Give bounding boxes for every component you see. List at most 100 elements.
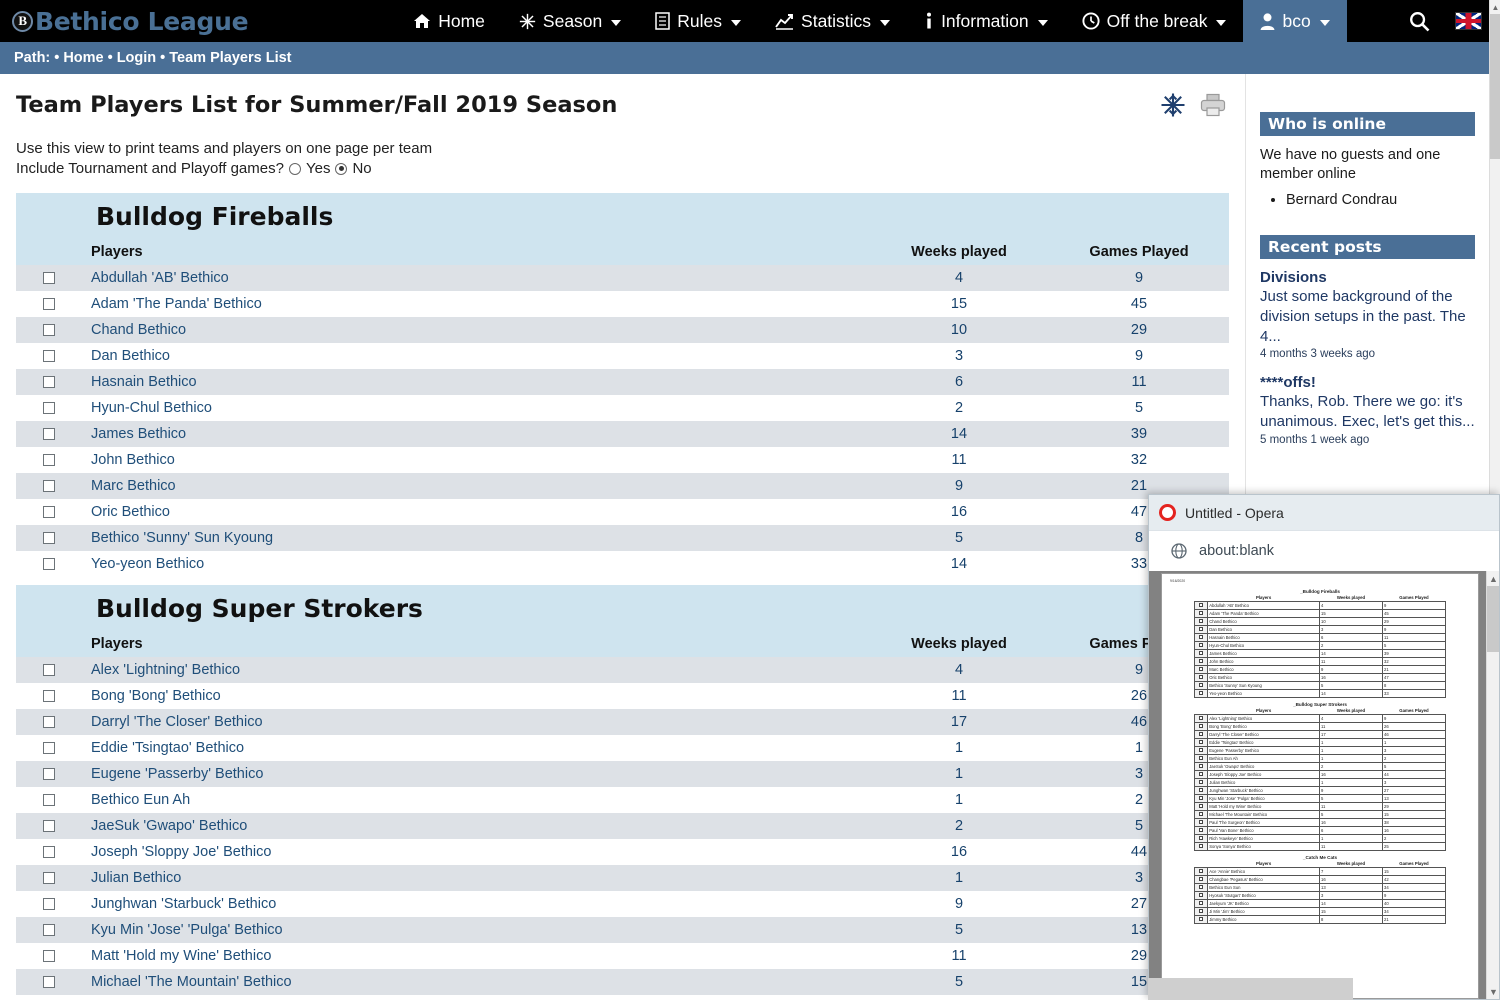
player-name-cell[interactable]: Yeo-yeon Bethico: [81, 551, 869, 577]
print-games-cell: 26: [1382, 723, 1445, 731]
breadcrumb-item-login[interactable]: Login: [117, 50, 156, 66]
home-icon: [413, 13, 431, 29]
scroll-up-arrow-icon[interactable]: ▲: [1490, 0, 1500, 14]
player-name-cell[interactable]: Kyu Min 'Jose' 'Pulga' Bethico: [81, 917, 869, 943]
player-checkbox[interactable]: [43, 402, 55, 414]
player-name-cell[interactable]: Eddie 'Tsingtao' Bethico: [81, 735, 869, 761]
list-item[interactable]: Bernard Condrau: [1286, 192, 1475, 208]
scrollbar-thumb[interactable]: [1487, 586, 1500, 652]
print-games-cell: 34: [1382, 908, 1445, 916]
post-title[interactable]: Divisions: [1260, 269, 1475, 286]
print-checkbox-cell: [1195, 892, 1208, 900]
opera-titlebar[interactable]: Untitled - Opera: [1149, 495, 1499, 531]
player-checkbox[interactable]: [43, 376, 55, 388]
opera-browser-window[interactable]: Untitled - Opera about:blank 9/16/2020 _…: [1148, 494, 1500, 1000]
opera-address-bar[interactable]: about:blank: [1149, 531, 1499, 571]
player-checkbox[interactable]: [43, 872, 55, 884]
player-checkbox[interactable]: [43, 480, 55, 492]
brand-mark-icon: B: [12, 11, 33, 32]
player-name-cell[interactable]: Matt 'Hold my Wine' Bethico: [81, 943, 869, 969]
search-icon[interactable]: [1392, 0, 1447, 42]
player-name-cell[interactable]: Bethico 'Sunny' Sun Kyoung: [81, 525, 869, 551]
players-table: PlayersWeeks playedGames PlayedAlex 'Lig…: [16, 631, 1229, 995]
player-name-cell[interactable]: Julian Bethico: [81, 865, 869, 891]
player-name-cell[interactable]: John Bethico: [81, 447, 869, 473]
weeks-played-cell: 4: [869, 657, 1049, 683]
player-name-cell[interactable]: Michael 'The Mountain' Bethico: [81, 969, 869, 995]
player-checkbox[interactable]: [43, 950, 55, 962]
nav-spacer: [266, 0, 396, 42]
nav-item-rules[interactable]: Rules: [638, 0, 758, 42]
player-name-cell[interactable]: Marc Bethico: [81, 473, 869, 499]
player-checkbox[interactable]: [43, 976, 55, 988]
player-name-cell[interactable]: JaeSuk 'Gwapo' Bethico: [81, 813, 869, 839]
player-checkbox[interactable]: [43, 506, 55, 518]
player-name-cell[interactable]: Alex 'Lightning' Bethico: [81, 657, 869, 683]
scroll-down-arrow-icon[interactable]: ▼: [1487, 984, 1500, 999]
print-games-cell: 9: [1382, 626, 1445, 634]
scroll-up-arrow-icon[interactable]: ▲: [1487, 571, 1500, 586]
scrollbar-thumb[interactable]: [1490, 14, 1500, 159]
player-name-cell[interactable]: Abdullah 'AB' Bethico: [81, 265, 869, 291]
post-title[interactable]: ****offs!: [1260, 374, 1475, 391]
player-checkbox[interactable]: [43, 324, 55, 336]
player-name-cell[interactable]: James Bethico: [81, 421, 869, 447]
nav-item-home[interactable]: Home: [396, 0, 502, 42]
player-checkbox[interactable]: [43, 846, 55, 858]
print-games-cell: 27: [1382, 787, 1445, 795]
nav-item-season[interactable]: Season: [502, 0, 638, 42]
breadcrumb-item-team-players-list[interactable]: Team Players List: [169, 50, 291, 66]
nav-item-user-menu[interactable]: bco: [1243, 0, 1346, 42]
printer-icon[interactable]: [1200, 93, 1226, 117]
player-checkbox[interactable]: [43, 298, 55, 310]
print-checkbox-cell: [1195, 876, 1208, 884]
player-name-cell[interactable]: Hasnain Bethico: [81, 369, 869, 395]
print-games-cell: 21: [1382, 666, 1445, 674]
print-player-name-cell: Junghwan 'Starbuck' Bethico: [1208, 787, 1320, 795]
nav-item-off-the-break[interactable]: Off the break: [1065, 0, 1244, 42]
snowflake-icon[interactable]: [1160, 92, 1186, 118]
player-checkbox[interactable]: [43, 532, 55, 544]
player-name-cell[interactable]: Junghwan 'Starbuck' Bethico: [81, 891, 869, 917]
radio-no[interactable]: [335, 163, 347, 175]
player-name-cell[interactable]: Darryl 'The Closer' Bethico: [81, 709, 869, 735]
player-name-cell[interactable]: Joseph 'Sloppy Joe' Bethico: [81, 839, 869, 865]
player-name-cell[interactable]: Eugene 'Passerby' Bethico: [81, 761, 869, 787]
breadcrumb-item-home[interactable]: Home: [63, 50, 103, 66]
team-block: Bulldog Super StrokersPlayersWeeks playe…: [16, 585, 1229, 995]
player-name-cell[interactable]: Oric Bethico: [81, 499, 869, 525]
player-name-cell[interactable]: Bethico Eun Ah: [81, 787, 869, 813]
player-checkbox[interactable]: [43, 454, 55, 466]
player-name-cell[interactable]: Adam 'The Panda' Bethico: [81, 291, 869, 317]
print-games-cell: 21: [1382, 916, 1445, 924]
player-checkbox[interactable]: [43, 428, 55, 440]
player-checkbox[interactable]: [43, 898, 55, 910]
player-checkbox[interactable]: [43, 690, 55, 702]
player-checkbox[interactable]: [43, 272, 55, 284]
player-checkbox[interactable]: [43, 924, 55, 936]
weeks-played-cell: 1: [869, 787, 1049, 813]
site-logo[interactable]: B Bethico League: [0, 0, 266, 42]
opera-scrollbar[interactable]: ▲ ▼: [1486, 571, 1499, 999]
nav-item-information[interactable]: Information: [907, 0, 1065, 42]
player-name-cell[interactable]: Chand Bethico: [81, 317, 869, 343]
player-checkbox[interactable]: [43, 558, 55, 570]
player-checkbox[interactable]: [43, 768, 55, 780]
player-name-cell[interactable]: Bong 'Bong' Bethico: [81, 683, 869, 709]
player-checkbox[interactable]: [43, 742, 55, 754]
player-checkbox[interactable]: [43, 350, 55, 362]
radio-yes[interactable]: [289, 163, 301, 175]
uk-flag-icon[interactable]: [1447, 0, 1489, 42]
table-row: Michael 'The Mountain' Bethico515: [16, 969, 1229, 995]
player-name-cell[interactable]: Dan Bethico: [81, 343, 869, 369]
player-name-cell[interactable]: Hyun-Chul Bethico: [81, 395, 869, 421]
nav-item-statistics[interactable]: Statistics: [758, 0, 907, 42]
print-checkbox-cell: [1195, 884, 1208, 892]
player-checkbox[interactable]: [43, 794, 55, 806]
print-games-cell: 9: [1382, 602, 1445, 610]
breadcrumb-prefix: Path:: [14, 50, 50, 66]
player-checkbox[interactable]: [43, 820, 55, 832]
print-checkbox-cell: [1195, 682, 1208, 690]
player-checkbox[interactable]: [43, 664, 55, 676]
player-checkbox[interactable]: [43, 716, 55, 728]
